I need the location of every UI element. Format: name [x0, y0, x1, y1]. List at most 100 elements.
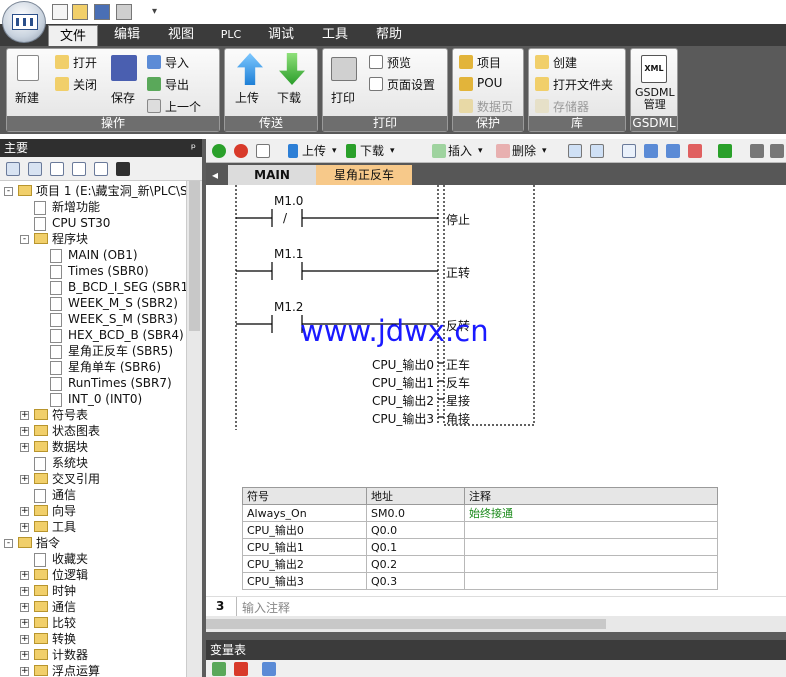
tab-file[interactable]: 文件: [48, 25, 98, 47]
tree-item[interactable]: 系统块: [52, 455, 88, 471]
expand-toggle-icon[interactable]: +: [20, 635, 29, 644]
tab-help[interactable]: 帮助: [366, 24, 412, 46]
tree-item[interactable]: 时钟: [52, 583, 76, 599]
tab-sbr5[interactable]: 星角正反车: [316, 165, 412, 185]
table-cell[interactable]: Q0.3: [366, 572, 465, 590]
tree-item[interactable]: B_BCD_I_SEG (SBR1: [68, 279, 186, 295]
preview-button[interactable]: 预览: [387, 54, 411, 71]
box-icon[interactable]: [622, 144, 636, 158]
tree-item[interactable]: 向导: [52, 503, 76, 519]
page-setup-button[interactable]: 页面设置: [387, 76, 435, 93]
tree-item[interactable]: 比较: [52, 615, 76, 631]
table-cell[interactable]: Q0.2: [366, 555, 465, 573]
table-cell[interactable]: SM0.0: [366, 504, 465, 522]
create-library-button[interactable]: 创建: [553, 54, 577, 71]
expand-toggle-icon[interactable]: +: [20, 507, 29, 516]
pou-protect-button[interactable]: POU: [477, 76, 502, 90]
download-button[interactable]: 下载: [277, 89, 301, 106]
goto-icon[interactable]: [718, 144, 732, 158]
delete-button[interactable]: 删除: [512, 142, 536, 160]
tree-item[interactable]: MAIN (OB1): [68, 247, 138, 263]
table-cell[interactable]: Always_On: [242, 504, 367, 522]
tree-item[interactable]: 项目 1 (E:\藏宝洞_新\PLC\S: [36, 183, 186, 199]
table-row[interactable]: CPU_输出2 Q0.2: [242, 555, 718, 573]
tree-item[interactable]: 通信: [52, 599, 76, 615]
save-button[interactable]: 保存: [111, 89, 135, 106]
table-cell[interactable]: CPU_输出3: [242, 572, 367, 590]
lock-icon[interactable]: [750, 144, 764, 158]
tree-item[interactable]: INT_0 (INT0): [68, 391, 142, 407]
print-button[interactable]: 打印: [331, 89, 355, 106]
tree-item[interactable]: HEX_BCD_B (SBR4): [68, 327, 184, 343]
stop-icon[interactable]: [234, 144, 248, 158]
pin-icon[interactable]: ᵖ: [191, 139, 196, 157]
download-button[interactable]: 下载: [360, 142, 384, 160]
tab-edit[interactable]: 编辑: [104, 24, 150, 46]
insert-row-icon[interactable]: [262, 662, 276, 676]
save-icon[interactable]: [94, 4, 110, 20]
expand-toggle-icon[interactable]: -: [4, 187, 13, 196]
table-cell[interactable]: CPU_输出2: [242, 555, 367, 573]
editor-hscrollbar[interactable]: [206, 616, 786, 632]
new-file-icon[interactable]: [52, 4, 68, 20]
table-cell[interactable]: [464, 538, 718, 556]
table-cell[interactable]: Q0.0: [366, 521, 465, 539]
tree-item[interactable]: 交叉引用: [52, 471, 100, 487]
tree-item[interactable]: 指令: [36, 535, 60, 551]
memory-button[interactable]: 存储器: [553, 98, 589, 115]
delete-dropdown-icon[interactable]: ▾: [542, 142, 547, 160]
open-button[interactable]: 打开: [73, 54, 97, 71]
tree-item[interactable]: 状态图表: [52, 423, 100, 439]
tree-item[interactable]: 符号表: [52, 407, 88, 423]
tree-item[interactable]: WEEK_M_S (SBR2): [68, 295, 178, 311]
datablock-protect-button[interactable]: 数据页: [477, 98, 513, 115]
previous-button[interactable]: 上一个: [165, 98, 201, 115]
tree-item[interactable]: RunTimes (SBR7): [68, 375, 172, 391]
add-row-icon[interactable]: [212, 662, 226, 676]
tree-item[interactable]: 工具: [52, 519, 76, 535]
open-folder-icon[interactable]: [72, 4, 88, 20]
table-row[interactable]: CPU_输出1 Q0.1: [242, 538, 718, 556]
expand-toggle-icon[interactable]: +: [20, 651, 29, 660]
table-row[interactable]: CPU_输出3 Q0.3: [242, 572, 718, 590]
network2-icon[interactable]: [590, 144, 604, 158]
project-protect-button[interactable]: 项目: [477, 54, 501, 71]
tree-item[interactable]: 浮点运算: [52, 663, 100, 677]
expand-toggle-icon[interactable]: +: [20, 427, 29, 436]
panel-splitter[interactable]: [206, 632, 786, 640]
table-cell[interactable]: Q0.1: [366, 538, 465, 556]
expand-toggle-icon[interactable]: +: [20, 571, 29, 580]
table-cell[interactable]: [464, 521, 718, 539]
expand-toggle-icon[interactable]: +: [20, 475, 29, 484]
tree-item[interactable]: WEEK_S_M (SBR3): [68, 311, 178, 327]
scroll-thumb[interactable]: [189, 181, 200, 331]
tree-item[interactable]: 数据块: [52, 439, 88, 455]
tree-item[interactable]: 程序块: [52, 231, 88, 247]
tree-item[interactable]: Times (SBR0): [68, 263, 149, 279]
coil-icon[interactable]: [666, 144, 680, 158]
gsdml-manage-button[interactable]: GSDML 管理: [635, 87, 675, 111]
expand-toggle-icon[interactable]: +: [20, 619, 29, 628]
tree-item[interactable]: 通信: [52, 487, 76, 503]
view-icon[interactable]: [6, 162, 20, 176]
grid-icon[interactable]: [94, 162, 108, 176]
tree-item[interactable]: 收藏夹: [52, 551, 88, 567]
tab-scroll-left-icon[interactable]: ◂: [210, 165, 220, 185]
tree-item[interactable]: 星角单车 (SBR6): [68, 359, 161, 375]
tree-item[interactable]: 计数器: [52, 647, 88, 663]
tab-main[interactable]: MAIN: [228, 165, 316, 185]
upload-dropdown-icon[interactable]: ▾: [332, 142, 337, 160]
quick-access-dropdown-icon[interactable]: ▾: [152, 6, 157, 17]
tree-item[interactable]: CPU ST30: [52, 215, 110, 231]
tab-tools[interactable]: 工具: [312, 24, 358, 46]
expand-toggle-icon[interactable]: -: [4, 539, 13, 548]
import-button[interactable]: 导入: [165, 54, 189, 71]
close-button[interactable]: 关闭: [73, 76, 97, 93]
page-icon[interactable]: [50, 162, 64, 176]
table-cell[interactable]: CPU_输出1: [242, 538, 367, 556]
expand-toggle-icon[interactable]: -: [20, 235, 29, 244]
expand-toggle-icon[interactable]: +: [20, 587, 29, 596]
expand-toggle-icon[interactable]: +: [20, 411, 29, 420]
export-button[interactable]: 导出: [165, 76, 189, 93]
upload-button[interactable]: 上传: [302, 142, 326, 160]
